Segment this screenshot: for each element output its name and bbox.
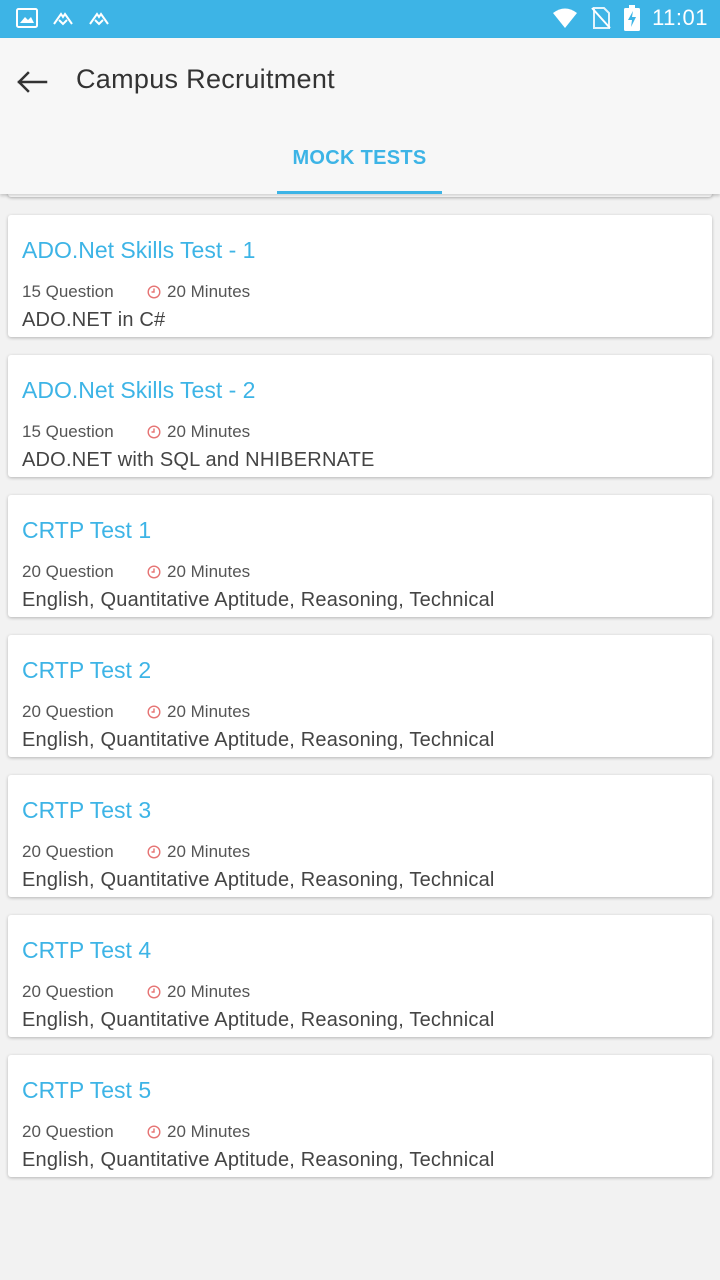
clock-icon [147,565,161,579]
no-sim-icon [591,7,611,29]
test-meta: 20 Question 20 Minutes [22,702,250,722]
tab-indicator [277,191,442,194]
test-title: CRTP Test 2 [22,657,152,683]
test-topics: English, Quantitative Aptitude, Reasonin… [22,589,495,611]
test-card[interactable]: CRTP Test 5 20 Question 20 Minutes Engli… [8,1055,712,1177]
battery-charging-icon [624,5,641,31]
test-duration: 20 Minutes [147,702,250,722]
test-title: CRTP Test 5 [22,1077,152,1103]
test-topics: English, Quantitative Aptitude, Reasonin… [22,1009,495,1031]
duration-label: 20 Minutes [167,702,251,721]
status-bar-system: 11:01 [552,5,708,31]
test-meta: 20 Question 20 Minutes [22,982,250,1002]
test-meta: 20 Question 20 Minutes [22,842,250,862]
test-card[interactable]: DBMS Fundamentals Test - 2 15 Question 2… [8,194,712,197]
page-title: Campus Recruitment [76,64,335,94]
question-count: 20 Question [22,1122,114,1141]
test-title: ADO.Net Skills Test - 1 [22,237,256,263]
clock-icon [147,1125,161,1139]
test-card[interactable]: ADO.Net Skills Test - 2 15 Question 20 M… [8,355,712,477]
tab-label: MOCK TESTS [292,147,427,169]
test-list[interactable]: DBMS Fundamentals Test - 2 15 Question 2… [0,194,720,1280]
duration-label: 20 Minutes [167,1122,251,1141]
test-title: CRTP Test 1 [22,517,152,543]
test-topics: ADO.NET in C# [22,309,166,331]
test-title: CRTP Test 4 [22,937,152,963]
clock-icon [147,985,161,999]
clock-icon [147,285,161,299]
status-clock: 11:01 [652,5,708,30]
clock-icon [147,845,161,859]
test-card[interactable]: CRTP Test 3 20 Question 20 Minutes Engli… [8,775,712,897]
test-duration: 20 Minutes [147,1122,250,1142]
test-title: ADO.Net Skills Test - 2 [22,377,256,403]
test-duration: 20 Minutes [147,842,250,862]
test-duration: 20 Minutes [147,422,250,442]
duration-label: 20 Minutes [167,422,251,441]
status-bar-notifications [16,8,110,28]
test-meta: 15 Question 20 Minutes [22,282,250,302]
duration-label: 20 Minutes [167,562,251,581]
question-count: 20 Question [22,842,114,861]
question-count: 15 Question [22,422,114,441]
question-count: 15 Question [22,282,114,301]
test-topics: ADO.NET with SQL and NHIBERNATE [22,449,375,471]
duration-label: 20 Minutes [167,282,251,301]
test-topics: English, Quantitative Aptitude, Reasonin… [22,1149,495,1171]
test-duration: 20 Minutes [147,282,250,302]
test-duration: 20 Minutes [147,562,250,582]
test-card[interactable]: ADO.Net Skills Test - 1 15 Question 20 M… [8,215,712,337]
test-meta: 15 Question 20 Minutes [22,422,250,442]
question-count: 20 Question [22,982,114,1001]
duration-label: 20 Minutes [167,982,251,1001]
test-card[interactable]: CRTP Test 2 20 Question 20 Minutes Engli… [8,635,712,757]
clock-icon [147,705,161,719]
status-bar: 11:01 [0,0,720,38]
app-notification-icon [89,12,109,26]
test-duration: 20 Minutes [147,982,250,1002]
question-count: 20 Question [22,562,114,581]
test-title: CRTP Test 3 [22,797,152,823]
tab-mock-tests[interactable]: MOCK TESTS [277,126,442,194]
question-count: 20 Question [22,702,114,721]
app-notification-icon [53,12,73,26]
test-meta: 20 Question 20 Minutes [22,1122,250,1142]
back-button[interactable] [10,62,54,102]
test-topics: English, Quantitative Aptitude, Reasonin… [22,869,495,891]
test-topics: English, Quantitative Aptitude, Reasonin… [22,729,495,751]
duration-label: 20 Minutes [167,842,251,861]
test-card[interactable]: CRTP Test 4 20 Question 20 Minutes Engli… [8,915,712,1037]
arrow-left-icon [17,71,48,93]
test-list-content: DBMS Fundamentals Test - 2 15 Question 2… [0,194,720,1195]
image-icon [16,8,38,28]
wifi-icon [553,8,578,28]
clock-icon [147,425,161,439]
test-card[interactable]: CRTP Test 1 20 Question 20 Minutes Engli… [8,495,712,617]
test-meta: 20 Question 20 Minutes [22,562,250,582]
app-bar: Campus Recruitment MOCK TESTS [0,38,720,194]
